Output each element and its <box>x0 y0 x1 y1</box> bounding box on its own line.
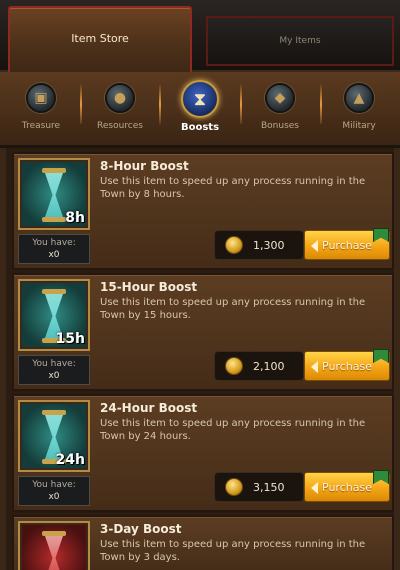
owned-count: x0 <box>48 371 60 381</box>
duration-badge: 8h <box>65 210 85 226</box>
category-military[interactable]: ▲ Military <box>322 80 396 142</box>
category-treasure-label: Treasure <box>21 121 61 131</box>
category-divider <box>159 84 161 124</box>
tab-my-items[interactable]: My Items <box>206 16 394 66</box>
you-have-label: You have: <box>32 480 76 490</box>
category-resources[interactable]: ● Resources <box>83 80 157 142</box>
category-boosts[interactable]: ⧗ Boosts <box>163 80 237 142</box>
category-resources-label: Resources <box>97 121 143 131</box>
hourglass-icon <box>42 531 66 570</box>
item-title: 8-Hour Boost <box>100 159 189 173</box>
purchase-label: Purchase <box>322 238 372 252</box>
you-have-label: You have: <box>32 359 76 369</box>
list-item: 3-Day Boost Use this item to speed up an… <box>12 515 394 570</box>
purchase-label: Purchase <box>322 359 372 373</box>
arrow-left-icon <box>311 482 318 494</box>
item-title: 3-Day Boost <box>100 522 182 536</box>
you-have-label: You have: <box>32 238 76 248</box>
hourglass-icon <box>42 168 66 222</box>
price-value: 1,300 <box>253 239 285 252</box>
list-item: 15h You have: x0 15-Hour Boost Use this … <box>12 273 394 391</box>
item-title: 15-Hour Boost <box>100 280 198 294</box>
price-box: 2,100 <box>214 351 304 381</box>
arrow-left-icon <box>311 240 318 252</box>
item-description: Use this item to speed up any process ru… <box>100 418 366 442</box>
category-boosts-label: Boosts <box>180 122 220 133</box>
price-value: 3,150 <box>253 481 285 494</box>
owned-count: x0 <box>48 492 60 502</box>
duration-badge: 24h <box>55 452 85 468</box>
tab-my-items-label: My Items <box>279 36 321 46</box>
green-flag-icon <box>373 349 389 363</box>
item-description: Use this item to speed up any process ru… <box>100 176 366 200</box>
purchase-button[interactable]: Purchase <box>304 228 390 260</box>
green-flag-icon <box>373 470 389 484</box>
boost-thumbnail: 24h <box>18 400 90 472</box>
category-divider <box>240 84 242 124</box>
price-box: 1,300 <box>214 230 304 260</box>
hourglass-icon: ⧗ <box>181 80 219 118</box>
purchase-label: Purchase <box>322 480 372 494</box>
price-box: 3,150 <box>214 472 304 502</box>
owned-count-box: You have: x0 <box>18 234 90 264</box>
boost-item-list[interactable]: 8h You have: x0 8-Hour Boost Use this it… <box>0 148 400 570</box>
purchase-button[interactable]: Purchase <box>304 349 390 381</box>
duration-badge: 15h <box>55 331 85 347</box>
list-item: 8h You have: x0 8-Hour Boost Use this it… <box>12 152 394 270</box>
tab-item-store-label: Item Store <box>71 31 129 45</box>
boost-thumbnail: 8h <box>18 158 90 230</box>
boost-thumbnail <box>18 521 90 570</box>
category-treasure[interactable]: ▣ Treasure <box>4 80 78 142</box>
bonuses-icon: ◆ <box>265 83 295 113</box>
gold-coin-icon <box>225 236 243 254</box>
owned-count-box: You have: x0 <box>18 355 90 385</box>
gold-coin-icon <box>225 478 243 496</box>
category-military-label: Military <box>342 121 376 131</box>
list-item: 24h You have: x0 24-Hour Boost Use this … <box>12 394 394 512</box>
category-bar: ▣ Treasure ● Resources ⧗ Boosts ◆ Bonuse… <box>0 72 400 148</box>
category-divider <box>80 84 82 124</box>
item-description: Use this item to speed up any process ru… <box>100 539 366 563</box>
boost-thumbnail: 15h <box>18 279 90 351</box>
military-helmet-icon: ▲ <box>344 83 374 113</box>
owned-count: x0 <box>48 250 60 260</box>
green-flag-icon <box>373 228 389 242</box>
item-description: Use this item to speed up any process ru… <box>100 297 366 321</box>
category-bonuses-label: Bonuses <box>260 121 299 131</box>
price-value: 2,100 <box>253 360 285 373</box>
arrow-left-icon <box>311 361 318 373</box>
purchase-button[interactable]: Purchase <box>304 470 390 502</box>
gold-coin-icon <box>225 357 243 375</box>
item-title: 24-Hour Boost <box>100 401 198 415</box>
tab-item-store[interactable]: Item Store <box>8 6 192 72</box>
store-tab-bar: Item Store My Items <box>0 0 400 72</box>
treasure-chest-icon: ▣ <box>26 83 56 113</box>
category-bonuses[interactable]: ◆ Bonuses <box>243 80 317 142</box>
owned-count-box: You have: x0 <box>18 476 90 506</box>
resources-sack-icon: ● <box>105 83 135 113</box>
